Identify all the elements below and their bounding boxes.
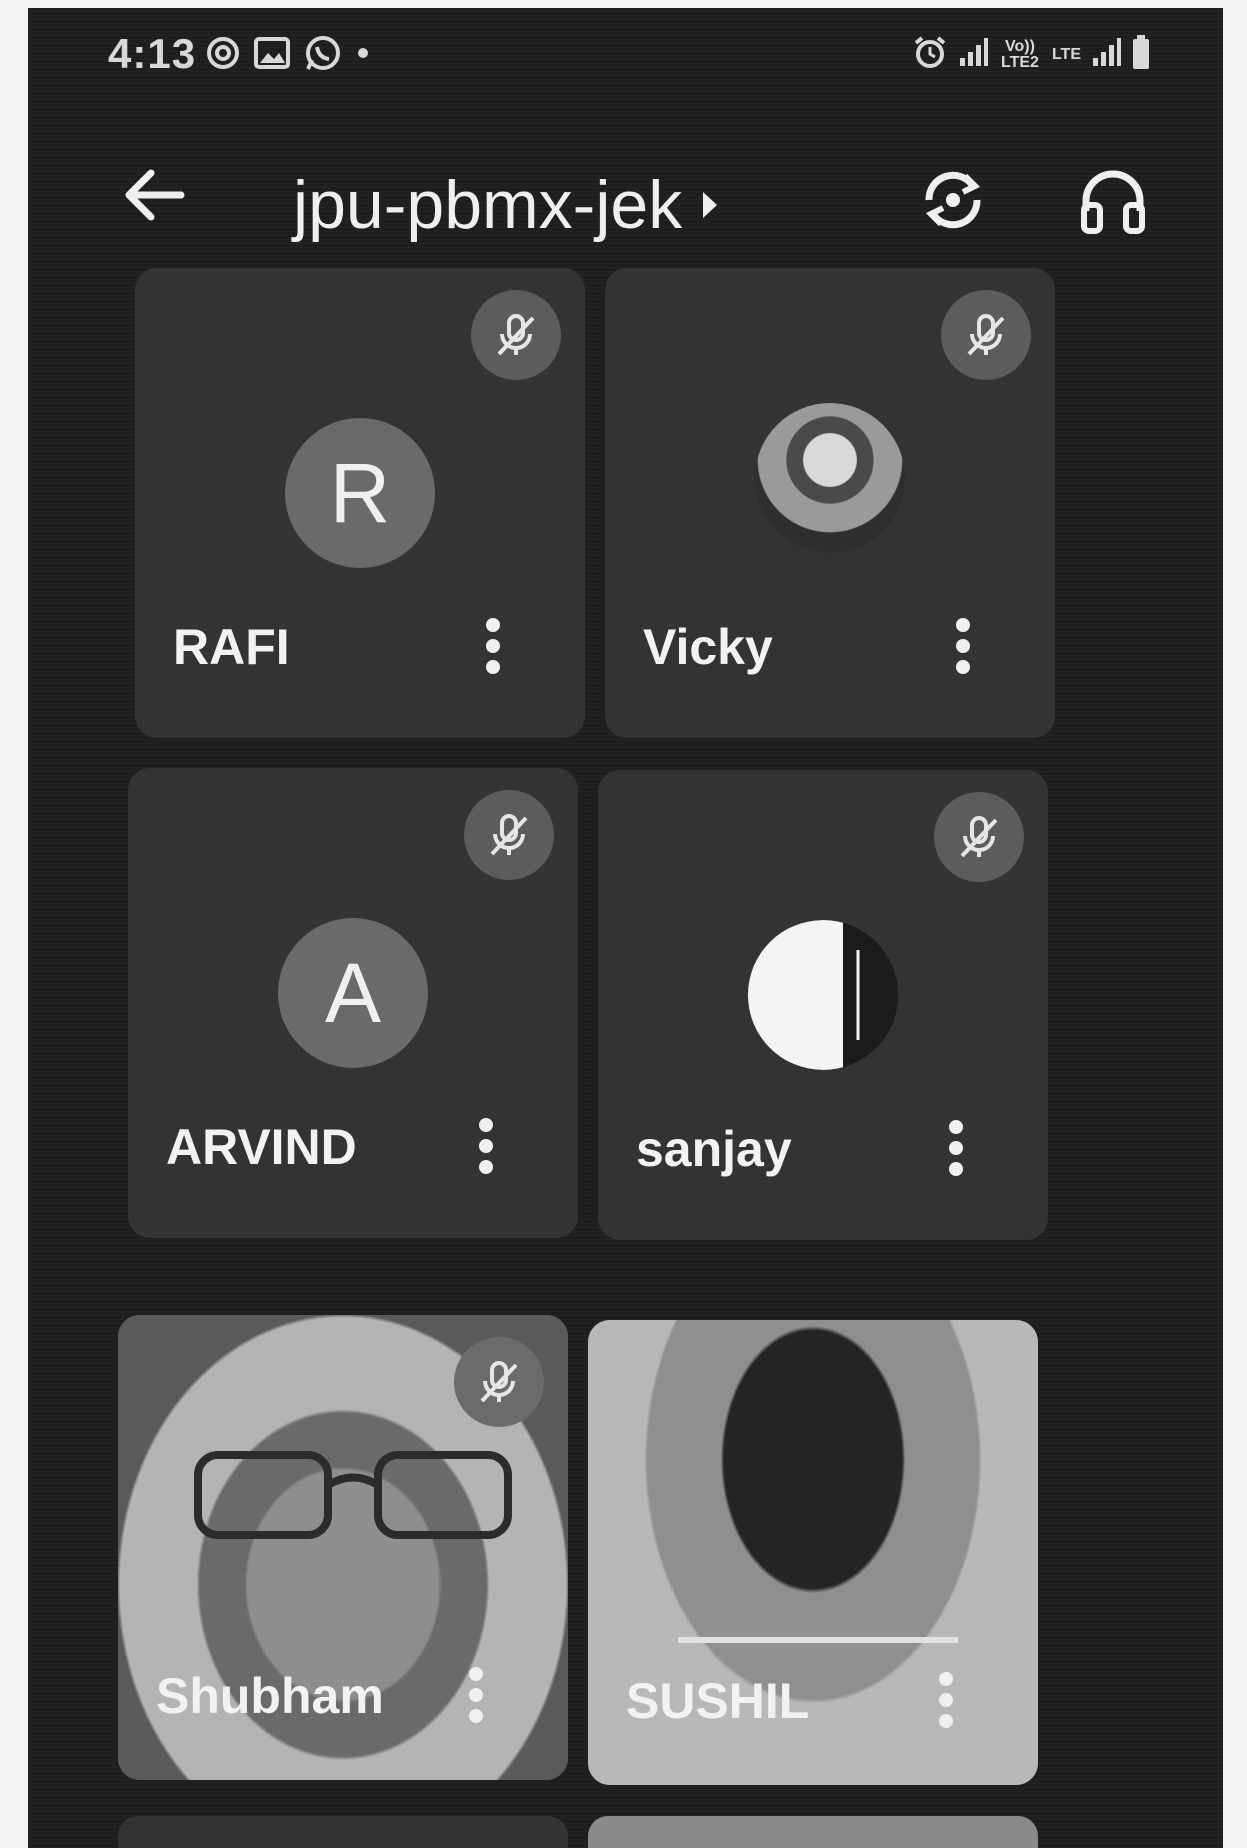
participant-video-tile[interactable]: Shubham	[118, 1315, 568, 1780]
volte-label: Vo)) LTE2	[1001, 37, 1039, 71]
participant-tile[interactable]: sanjay	[598, 770, 1048, 1240]
participant-name: SUSHIL	[626, 1673, 810, 1729]
participant-name: sanjay	[636, 1121, 792, 1177]
more-vertical-icon	[479, 1118, 493, 1174]
more-options-button[interactable]	[936, 1108, 976, 1188]
participant-tile[interactable]: Vicky	[605, 268, 1055, 738]
more-options-button[interactable]	[456, 1655, 496, 1735]
glasses-graphic	[678, 1637, 958, 1643]
meeting-code: jpu-pbmx-jek	[293, 167, 683, 243]
mic-off-icon	[464, 790, 554, 880]
more-options-button[interactable]	[943, 606, 983, 686]
headphones-icon	[1081, 170, 1145, 234]
mic-off-icon	[454, 1337, 544, 1427]
participant-tile[interactable]: A ARVIND	[128, 768, 578, 1238]
lte-label: LTE	[1051, 45, 1081, 63]
next-tile-peek	[118, 1816, 568, 1848]
alarm-icon	[912, 34, 948, 75]
chevron-right-icon	[703, 192, 718, 218]
status-left-icons	[206, 34, 370, 77]
avatar	[755, 403, 905, 553]
more-vertical-icon	[956, 618, 970, 674]
mic-off-icon	[941, 290, 1031, 380]
more-vertical-icon	[486, 618, 500, 674]
app-bar: jpu-pbmx-jek	[28, 138, 1223, 248]
participant-name: Shubham	[156, 1668, 384, 1724]
more-options-button[interactable]	[466, 1106, 506, 1186]
sync-icon	[206, 36, 240, 75]
participant-video-tile[interactable]: SUSHIL	[588, 1320, 1038, 1785]
avatar: A	[278, 918, 428, 1068]
avatar: R	[285, 418, 435, 568]
status-bar: 4:13 Vo)) LTE2 LTE	[28, 8, 1223, 108]
audio-output-button[interactable]	[1068, 160, 1158, 240]
gallery-icon	[254, 37, 290, 74]
more-vertical-icon	[939, 1672, 953, 1728]
mic-off-icon	[471, 290, 561, 380]
switch-camera-icon	[925, 171, 981, 229]
switch-camera-button[interactable]	[908, 160, 998, 240]
participant-tile[interactable]: R RAFI	[135, 268, 585, 738]
signal-icon	[958, 36, 988, 73]
more-options-button[interactable]	[926, 1660, 966, 1740]
more-vertical-icon	[469, 1667, 483, 1723]
status-time: 4:13	[108, 30, 197, 77]
dot-icon	[356, 46, 370, 65]
whatsapp-icon	[304, 34, 342, 77]
participant-name: ARVIND	[166, 1119, 357, 1175]
status-right-icons: Vo)) LTE2 LTE	[912, 34, 1151, 75]
bms-logo-icon	[748, 920, 898, 1070]
battery-icon	[1131, 34, 1151, 75]
avatar	[748, 920, 898, 1070]
meeting-info-button[interactable]: jpu-pbmx-jek	[293, 166, 720, 244]
mic-off-icon	[934, 792, 1024, 882]
signal-icon	[1091, 36, 1121, 73]
back-button[interactable]	[113, 160, 193, 230]
more-options-button[interactable]	[473, 606, 513, 686]
next-tile-peek	[588, 1816, 1038, 1848]
glasses-graphic	[194, 1451, 512, 1539]
participant-name: Vicky	[643, 619, 773, 675]
more-vertical-icon	[949, 1120, 963, 1176]
meet-screen: 4:13 Vo)) LTE2 LTE jpu-pbmx-jek R RAFI V…	[28, 8, 1223, 1848]
participant-name: RAFI	[173, 619, 290, 675]
back-arrow-icon	[125, 169, 185, 221]
